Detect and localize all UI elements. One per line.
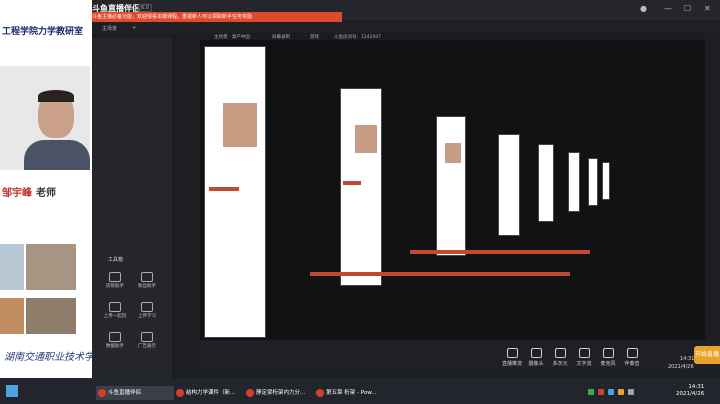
- stream-item-label: 伴奏音: [624, 361, 640, 367]
- system-clock[interactable]: 14:31 2021/4/26: [676, 384, 704, 398]
- stream-item-label: 直播推流: [501, 361, 522, 367]
- preview-name: [343, 181, 361, 185]
- teacher-suffix: 老师: [36, 188, 56, 199]
- notice-banner[interactable]: 斗鱼主播必备功能，欢迎观看本期课程，重视新人可以领取新手任务奖励: [88, 12, 342, 22]
- tool-data[interactable]: 数据助手: [102, 332, 128, 349]
- tray-shield-icon[interactable]: [618, 389, 624, 395]
- text-icon: [578, 348, 590, 358]
- link-icon: [109, 302, 121, 312]
- preview-slide-2: [340, 88, 382, 286]
- tray-network-icon[interactable]: [608, 389, 614, 395]
- maximize-button[interactable]: ☐: [684, 4, 691, 13]
- windows-start-icon[interactable]: [6, 385, 18, 397]
- taskbar-label: 第五章 桁架 - Pow...: [326, 390, 377, 396]
- tool-label: 广告展示: [138, 344, 156, 349]
- tool-label: 数据助手: [106, 344, 124, 349]
- clock-time: 14:31: [688, 384, 705, 390]
- tool-label: 上传一起玩: [103, 314, 127, 319]
- stream-item-label: 文字流: [576, 361, 592, 367]
- campus-photo: [0, 244, 24, 290]
- tool-fans[interactable]: 粉丝助手: [134, 272, 160, 289]
- campus-photo: [26, 244, 76, 290]
- taskbar-item-doc2[interactable]: 静定梁桁架内力分...: [244, 386, 318, 400]
- gift-icon: [141, 272, 153, 282]
- taskbar-label: 斗鱼直播伴侣: [108, 390, 142, 396]
- upload-icon: [141, 302, 153, 312]
- webcam-shirt: [24, 140, 90, 170]
- webcam-hair: [38, 90, 74, 102]
- school-calligraphy: 湖南交通职业技术学院: [4, 352, 104, 363]
- tool-label: 上传学习: [138, 314, 156, 319]
- minimize-button[interactable]: —: [664, 4, 672, 13]
- preview-slide-6: [568, 152, 580, 212]
- preview-taskbar: [310, 272, 570, 276]
- chart-icon: [109, 332, 121, 342]
- campus-photo: [26, 298, 76, 334]
- preview-slide-5: [538, 144, 554, 222]
- stream-preview[interactable]: [200, 40, 705, 340]
- preview-slide-1: [204, 46, 266, 338]
- tool-upload[interactable]: 上传学习: [134, 302, 160, 319]
- mic-icon: [602, 348, 614, 358]
- go-live-button[interactable]: 开始直播: [694, 346, 720, 364]
- douyu-icon: [98, 389, 106, 397]
- preview-webcam: [445, 143, 461, 163]
- stream-item-label: 麦克风: [600, 361, 616, 367]
- powerpoint-icon: [246, 389, 254, 397]
- preview-slide-8: [602, 162, 610, 200]
- ad-icon: [141, 332, 153, 342]
- tray-wechat-icon[interactable]: [588, 389, 594, 395]
- powerpoint-icon: [316, 389, 324, 397]
- tool-play-together[interactable]: 上传一起玩: [102, 302, 128, 319]
- monitor-icon: [506, 348, 518, 358]
- stream-time: 14:31: [680, 356, 695, 362]
- speaker-icon: [626, 348, 638, 358]
- preview-slide-3: [436, 116, 466, 256]
- teacher-name: 邹宇峰 老师: [2, 184, 56, 199]
- preview-name: [209, 187, 239, 191]
- taskbar-item-douyu[interactable]: 斗鱼直播伴侣: [96, 386, 174, 400]
- user-icon: [109, 272, 121, 282]
- taskbar-item-ppt[interactable]: 第五章 桁架 - Pow...: [314, 386, 388, 400]
- tools-panel: [92, 38, 172, 378]
- taskbar-item-doc1[interactable]: 结构力学课件（新...: [174, 386, 246, 400]
- avatar[interactable]: ●: [640, 4, 647, 13]
- stream-item-label: 多次元: [552, 361, 568, 367]
- tool-room-manager[interactable]: 房管助手: [102, 272, 128, 289]
- version-badge: 6.0: [138, 4, 152, 12]
- preview-taskbar: [410, 250, 590, 254]
- clock-date: 2021/4/26: [676, 391, 705, 397]
- stream-date: 2021/4/26: [668, 364, 694, 370]
- tray-douyu-icon[interactable]: [598, 389, 604, 395]
- tool-ads[interactable]: 广告展示: [134, 332, 160, 349]
- teacher-name-text: 邹宇峰: [2, 188, 32, 199]
- campus-photo: [0, 298, 24, 334]
- tab-main-scene[interactable]: 主场景: [102, 25, 117, 32]
- preview-slide-7: [588, 158, 598, 206]
- tray-volume-icon[interactable]: [628, 389, 634, 395]
- tools-header: 工具箱: [108, 257, 124, 263]
- camera-icon: [530, 348, 542, 358]
- slide-title: 工程学院力学教研室: [2, 27, 84, 37]
- layers-icon: [554, 348, 566, 358]
- stream-item-audio[interactable]: 伴奏音: [618, 348, 646, 367]
- add-scene-button[interactable]: +: [132, 25, 136, 31]
- preview-webcam: [355, 125, 377, 153]
- taskbar-label: 结构力学课件（新...: [186, 390, 236, 396]
- tool-label: 粉丝助手: [138, 284, 156, 289]
- preview-slide-4: [498, 134, 520, 236]
- document-icon: [176, 389, 184, 397]
- close-button[interactable]: ✕: [704, 4, 711, 13]
- taskbar-label: 静定梁桁架内力分...: [256, 390, 306, 396]
- tool-label: 房管助手: [106, 284, 124, 289]
- preview-webcam: [223, 103, 257, 147]
- stream-item-label: 摄像头: [528, 361, 544, 367]
